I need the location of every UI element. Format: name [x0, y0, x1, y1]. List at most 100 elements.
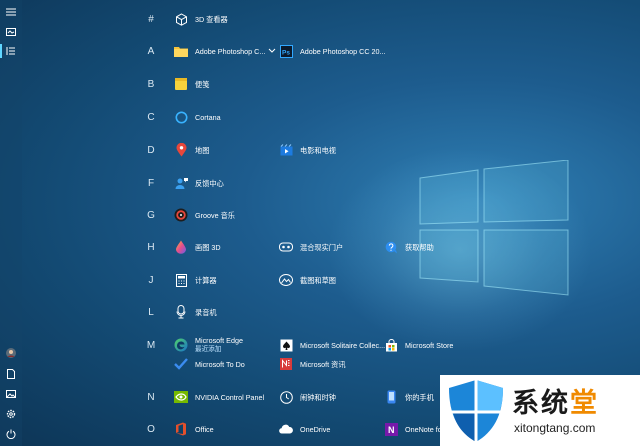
microphone-icon	[174, 305, 188, 319]
app-mixed-reality-portal[interactable]: 混合现实门户	[279, 237, 343, 257]
document-icon	[7, 369, 15, 379]
map-pin-icon	[174, 143, 188, 157]
app-label: Groove 音乐	[195, 210, 235, 220]
section-header-a[interactable]: A	[143, 46, 159, 57]
app-label: Adobe Photoshop C...	[195, 46, 266, 56]
app-adobe-photoshop[interactable]: Ps Adobe Photoshop CC 20...	[279, 41, 386, 61]
pictures-button[interactable]	[0, 385, 22, 403]
app-groove-music[interactable]: Groove 音乐	[174, 205, 235, 225]
app-nvidia-control-panel[interactable]: NVIDIA Control Panel	[174, 387, 264, 407]
app-label: OneDrive	[300, 424, 331, 434]
windows-logo-wallpaper	[419, 160, 569, 296]
section-header-n[interactable]: N	[143, 392, 159, 403]
edge-icon	[174, 338, 188, 352]
watermark-url: xitongtang.com	[514, 421, 596, 435]
section-header-g[interactable]: G	[143, 210, 159, 221]
section-header-b[interactable]: B	[143, 79, 159, 90]
section-header-f[interactable]: F	[143, 178, 159, 189]
sticky-note-icon	[174, 77, 188, 91]
todo-checkmark-icon	[174, 357, 188, 371]
app-label: Microsoft Edge	[195, 336, 243, 345]
power-icon	[6, 429, 16, 439]
app-label: Microsoft 资讯	[300, 359, 346, 369]
app-onenote[interactable]: N OneNote fo	[384, 419, 442, 439]
app-microsoft-to-do[interactable]: Microsoft To Do	[174, 354, 245, 374]
cloud-icon	[279, 422, 293, 436]
shield-icon	[449, 380, 503, 442]
hamburger-menu-button[interactable]	[0, 3, 22, 21]
recently-added-label: 最近添加	[195, 346, 222, 353]
app-label: OneNote fo	[405, 424, 442, 434]
section-header-d[interactable]: D	[143, 145, 159, 156]
app-microsoft-news[interactable]: Microsoft 资讯	[279, 354, 346, 374]
app-alarms-clock[interactable]: 闹钟和时钟	[279, 387, 336, 407]
news-icon	[279, 357, 293, 371]
chevron-down-icon	[268, 48, 276, 53]
tiles-view-button[interactable]	[0, 23, 22, 41]
vr-headset-icon	[279, 240, 293, 254]
section-header-l[interactable]: L	[143, 307, 159, 318]
settings-button[interactable]	[0, 405, 22, 423]
feedback-person-icon	[174, 176, 188, 190]
app-microsoft-store[interactable]: Microsoft Store	[384, 335, 453, 355]
all-apps-button[interactable]	[0, 42, 22, 60]
documents-button[interactable]	[0, 365, 22, 383]
app-office[interactable]: Office	[174, 419, 214, 439]
app-label: Microsoft Solitaire Collec...	[300, 340, 386, 350]
app-onedrive[interactable]: OneDrive	[279, 419, 330, 439]
app-get-help[interactable]: 获取帮助	[384, 237, 434, 257]
hamburger-icon	[6, 8, 16, 16]
app-3d-viewer[interactable]: 3D 查看器	[174, 9, 228, 29]
watermark-logo: 系统堂 xitongtang.com	[440, 375, 640, 446]
cortana-icon	[174, 110, 188, 124]
folder-icon	[174, 44, 188, 58]
app-label: NVIDIA Control Panel	[195, 392, 265, 402]
section-header-m[interactable]: M	[143, 340, 159, 351]
app-label: 地图	[195, 145, 210, 155]
app-cortana[interactable]: Cortana	[174, 107, 221, 127]
app-label: 3D 查看器	[195, 14, 228, 24]
app-label: 混合现实门户	[300, 242, 344, 252]
paint-drop-icon	[174, 240, 188, 254]
app-feedback-hub[interactable]: 反馈中心	[174, 173, 224, 193]
app-label: Microsoft Store	[405, 340, 454, 350]
watermark-title: 系统堂	[512, 388, 599, 418]
section-header-hash[interactable]: #	[143, 14, 159, 25]
photoshop-icon: Ps	[279, 44, 293, 58]
section-header-c[interactable]: C	[143, 112, 159, 123]
section-header-h[interactable]: H	[143, 242, 159, 253]
list-icon	[6, 47, 15, 55]
app-maps[interactable]: 地图	[174, 140, 209, 160]
pictures-icon	[6, 390, 16, 398]
app-sticky-notes[interactable]: 便笺	[174, 74, 209, 94]
clock-icon	[279, 390, 293, 404]
section-header-j[interactable]: J	[143, 275, 159, 286]
app-snip-sketch[interactable]: 截图和草图	[279, 270, 336, 290]
app-label: 获取帮助	[405, 242, 434, 252]
app-label: Adobe Photoshop CC 20...	[300, 46, 386, 56]
snip-sketch-icon	[279, 273, 293, 287]
cube-icon	[174, 12, 188, 26]
app-label: Office	[195, 424, 214, 434]
office-icon	[174, 422, 188, 436]
app-your-phone[interactable]: 你的手机	[384, 387, 434, 407]
help-chat-icon	[384, 240, 398, 254]
app-microsoft-edge[interactable]: Microsoft Edge 最近添加	[174, 335, 243, 355]
user-account-button[interactable]	[0, 344, 22, 362]
power-button[interactable]	[0, 425, 22, 443]
movies-play-icon	[279, 143, 293, 157]
settings-icon	[6, 409, 16, 419]
app-paint-3d[interactable]: 画图 3D	[174, 237, 221, 257]
app-folder-photoshop[interactable]: Adobe Photoshop C...	[174, 41, 276, 61]
start-rail	[0, 0, 22, 446]
app-movies-tv[interactable]: 电影和电视	[279, 140, 336, 160]
calculator-icon	[174, 273, 188, 287]
app-calculator[interactable]: 计算器	[174, 270, 217, 290]
section-header-o[interactable]: O	[143, 424, 159, 435]
app-microsoft-solitaire[interactable]: Microsoft Solitaire Collec...	[279, 335, 385, 355]
app-voice-recorder[interactable]: 录音机	[174, 302, 217, 322]
user-avatar-icon	[6, 348, 16, 358]
svg-text:Ps: Ps	[282, 49, 290, 56]
store-bag-icon	[384, 338, 398, 352]
svg-text:N: N	[388, 425, 395, 435]
